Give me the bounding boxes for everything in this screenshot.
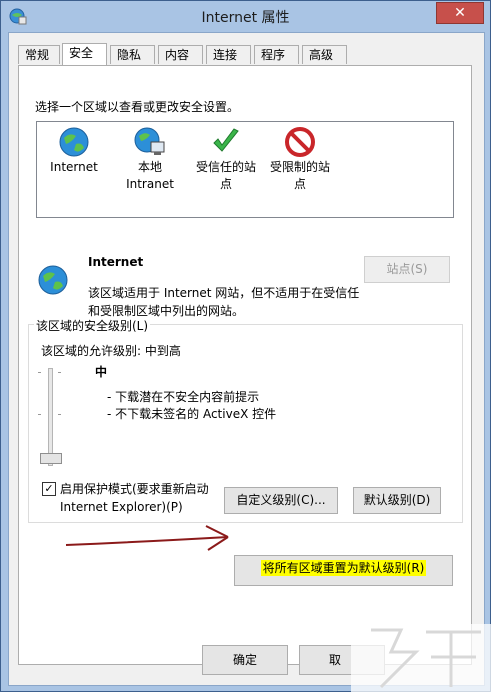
zone-intranet-label-2: Intranet — [126, 177, 174, 191]
slider-tick — [38, 372, 41, 373]
protected-mode-line-2: Internet Explorer)(P) — [60, 500, 183, 514]
zone-list: Internet 本地 Intranet 受信任的站 点 受限制的站 点 — [36, 121, 454, 218]
security-slider-thumb[interactable] — [40, 453, 62, 464]
protected-mode-checkbox[interactable]: ✓ — [42, 482, 56, 496]
zone-trusted-label-2: 点 — [219, 177, 232, 191]
tab-privacy[interactable]: 隐私 — [110, 45, 155, 64]
tab-content[interactable]: 内容 — [158, 45, 203, 64]
local-intranet-icon — [134, 127, 165, 155]
zone-local-intranet[interactable]: 本地 Intranet — [109, 126, 191, 193]
zone-restricted-label-2: 点 — [293, 177, 306, 191]
zone-restricted-label-1: 受限制的站 — [269, 160, 330, 174]
selected-zone-description: 该区域适用于 Internet 网站，但不适用于在受信任 和受限制区域中列出的网… — [88, 284, 359, 320]
close-button[interactable]: ✕ — [436, 2, 484, 24]
selected-zone-name: Internet — [88, 255, 144, 269]
reset-all-zones-label: 将所有区域重置为默认级别(R) — [260, 560, 427, 576]
zone-desc-line-2: 和受限制区域中列出的网站。 — [88, 304, 245, 318]
security-level-name: 中 — [95, 365, 108, 379]
tab-security[interactable]: 安全 — [62, 43, 107, 65]
zone-internet[interactable]: Internet — [33, 126, 115, 176]
slider-tick — [58, 372, 61, 373]
zone-desc-line-1: 该区域适用于 Internet 网站，但不适用于在受信任 — [88, 286, 360, 300]
reset-all-zones-button[interactable]: 将所有区域重置为默认级别(R) — [234, 555, 453, 586]
tab-advanced[interactable]: 高级 — [302, 45, 347, 64]
restricted-icon — [285, 127, 315, 157]
security-panel: 选择一个区域以查看或更改安全设置。 Internet 本地 Intranet 受… — [18, 65, 472, 665]
custom-level-button[interactable]: 自定义级别(C)... — [224, 487, 338, 514]
checkmark-icon — [213, 128, 239, 152]
slider-tick — [38, 414, 41, 415]
selected-zone-globe-icon — [38, 265, 68, 295]
tab-connections[interactable]: 连接 — [206, 45, 251, 64]
tab-general[interactable]: 常规 — [18, 45, 60, 64]
sites-button[interactable]: 站点(S) — [364, 256, 450, 283]
protected-mode-label: 启用保护模式(要求重新启动 Internet Explorer)(P) — [60, 480, 209, 516]
window-title: Internet 属性 — [201, 10, 290, 26]
level-bullet-2: - 不下载未签名的 ActiveX 控件 — [107, 407, 277, 421]
default-level-button[interactable]: 默认级别(D) — [353, 487, 441, 514]
security-slider-track[interactable] — [48, 368, 53, 466]
dialog-body: 常规 安全 隐私 内容 连接 程序 高级 选择一个区域以查看或更改安全设置。 I… — [8, 32, 485, 686]
zone-instruction: 选择一个区域以查看或更改安全设置。 — [35, 100, 240, 114]
tab-programs[interactable]: 程序 — [254, 45, 299, 64]
internet-properties-window: Internet 属性 ✕ 常规 安全 隐私 内容 连接 程序 高级 选择一个区… — [0, 0, 491, 692]
globe-icon — [59, 127, 89, 157]
title-bar[interactable]: Internet 属性 ✕ — [1, 1, 490, 31]
security-level-title: 该区域的安全级别(L) — [34, 317, 151, 334]
watermark — [351, 624, 491, 692]
zone-intranet-label-1: 本地 — [137, 160, 162, 174]
zone-internet-label: Internet — [50, 160, 98, 174]
security-level-group: 该区域的安全级别(L) 该区域的允许级别: 中到高 中 - 下载潜在不安全内容前… — [28, 317, 463, 523]
slider-tick — [58, 414, 61, 415]
level-bullet-1: - 下载潜在不安全内容前提示 — [107, 390, 260, 404]
zone-trusted-label-1: 受信任的站 — [195, 160, 256, 174]
zone-trusted-sites[interactable]: 受信任的站 点 — [185, 126, 267, 193]
allowed-levels: 该区域的允许级别: 中到高 — [41, 344, 181, 358]
zone-restricted-sites[interactable]: 受限制的站 点 — [259, 126, 341, 193]
protected-mode-line-1: 启用保护模式(要求重新启动 — [60, 482, 209, 496]
ok-button[interactable]: 确定 — [202, 645, 288, 675]
